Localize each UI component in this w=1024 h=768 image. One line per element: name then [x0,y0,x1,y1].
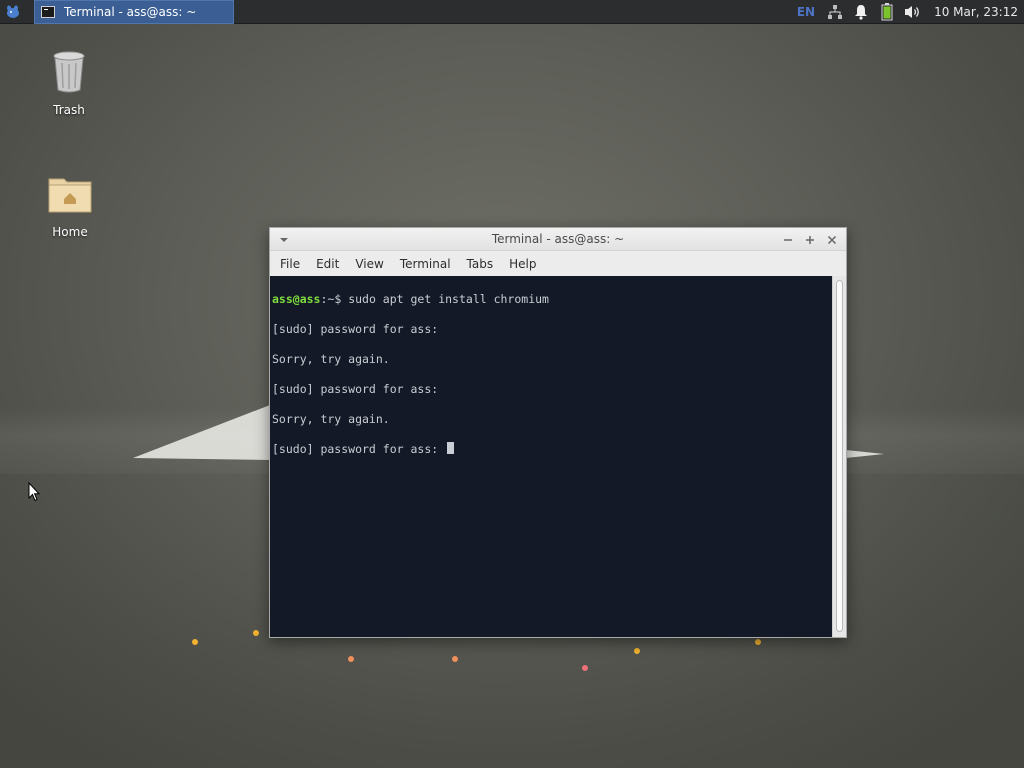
terminal-icon [41,6,55,18]
window-titlebar[interactable]: Terminal - ass@ass: ~ [270,228,846,251]
keyboard-layout-indicator[interactable]: EN [797,5,815,19]
prompt-path: :~ [320,292,335,306]
menu-bar: File Edit View Terminal Tabs Help [270,251,846,276]
menu-edit[interactable]: Edit [316,257,339,271]
output-line: [sudo] password for ass: [272,382,439,396]
output-line: [sudo] password for ass: [272,322,439,336]
password-prompt: [sudo] password for ass: [272,442,446,456]
prompt-user-host: ass@ass [272,292,321,306]
speaker-icon[interactable] [902,0,924,24]
trash-icon [53,51,85,93]
battery-icon[interactable] [876,0,898,24]
menu-help[interactable]: Help [509,257,536,271]
prompt-command: sudo apt get install chromium [341,292,549,306]
menu-file[interactable]: File [280,257,300,271]
scrollbar-thumb[interactable] [836,280,843,632]
xfce-mouse-icon [7,5,19,18]
desktop-icon-trash[interactable]: Trash [29,48,109,117]
desktop-icon-label: Home [52,225,88,239]
mouse-pointer-icon [28,482,40,502]
output-line: Sorry, try again. [272,352,390,366]
minimize-icon[interactable] [780,232,796,248]
maximize-icon[interactable] [802,232,818,248]
menu-view[interactable]: View [355,257,383,271]
window-menu-icon[interactable] [278,234,290,246]
taskbar-terminal-button[interactable]: Terminal - ass@ass: ~ [34,0,234,24]
menu-tabs[interactable]: Tabs [467,257,494,271]
terminal-window: Terminal - ass@ass: ~ File Edit View Ter… [269,227,847,638]
text-cursor [447,442,455,454]
prompt-line: ass@ass:~$ sudo apt get install chromium [272,292,830,307]
app-menu-button[interactable] [0,0,26,24]
close-icon[interactable] [824,232,840,248]
window-title: Terminal - ass@ass: ~ [491,232,625,246]
terminal-scrollbar[interactable] [832,276,846,637]
home-folder-icon [48,178,92,213]
system-tray: EN 10 Mar, 23:12 [797,0,1024,24]
output-line: Sorry, try again. [272,412,390,426]
desktop-icon-home[interactable]: Home [30,170,110,239]
desktop-icon-label: Trash [53,103,85,117]
terminal-output[interactable]: ass@ass:~$ sudo apt get install chromium… [270,276,832,637]
network-icon[interactable] [824,0,846,24]
clock[interactable]: 10 Mar, 23:12 [934,5,1018,19]
menu-terminal[interactable]: Terminal [400,257,451,271]
taskbar-terminal-label: Terminal - ass@ass: ~ [64,5,197,19]
bell-icon[interactable] [850,0,872,24]
top-panel: Terminal - ass@ass: ~ EN 10 Mar, 23:12 [0,0,1024,24]
output-line-current: [sudo] password for ass: [272,442,830,457]
